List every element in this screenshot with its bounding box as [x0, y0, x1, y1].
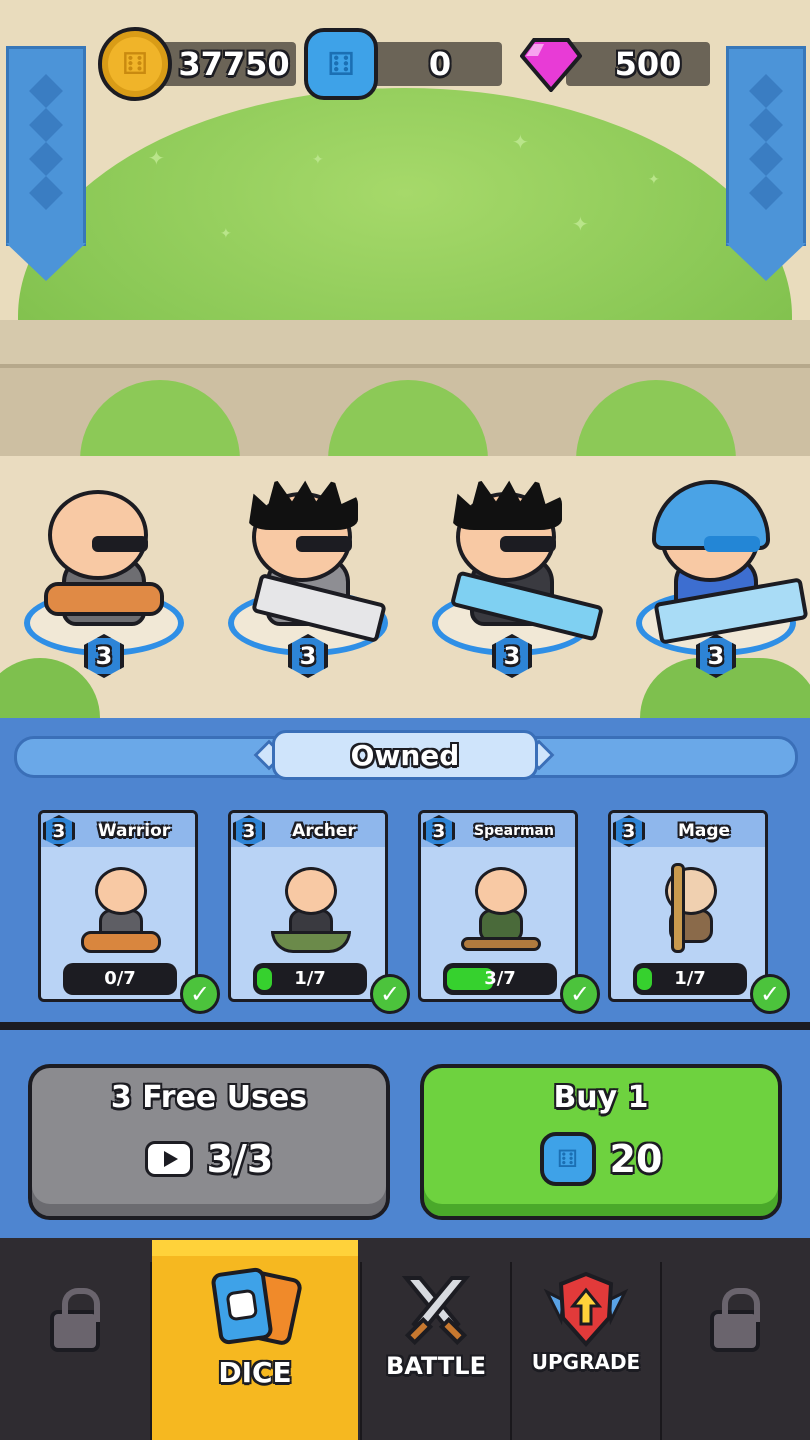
hero-warrior[interactable]: 3: [14, 470, 194, 690]
banner-right: [726, 46, 806, 281]
sparkle-icon: ✦: [220, 226, 232, 242]
gem-count: 500: [614, 45, 682, 83]
nav-tab-battle[interactable]: BATTLE: [362, 1262, 510, 1440]
free-uses-count: 3/3: [206, 1137, 274, 1181]
check-icon: ✓: [560, 974, 600, 1014]
card-progress-bar: 3/7: [443, 963, 557, 995]
panel-divider: [0, 1022, 810, 1030]
card-name: Spearman: [474, 823, 554, 839]
nav-dice-label: DICE: [218, 1356, 292, 1389]
dice-cards-icon: [211, 1267, 302, 1345]
free-uses-label: 3 Free Uses: [110, 1080, 308, 1115]
nav-tab-locked-left[interactable]: [0, 1262, 150, 1440]
dice-icon: ⚅: [304, 28, 378, 100]
upgrade-shield-icon: [543, 1271, 629, 1348]
buy-one-button[interactable]: Buy 1 ⚅ 20: [420, 1064, 782, 1220]
nav-tab-locked-right[interactable]: [662, 1262, 810, 1440]
card-progress-text: 1/7: [294, 968, 326, 989]
card-progress-text: 3/7: [484, 968, 516, 989]
sparkle-icon: ✦: [312, 152, 324, 168]
check-icon: ✓: [370, 974, 410, 1014]
archer-portrait: [271, 859, 351, 959]
arena-wall-top: [0, 320, 810, 368]
banner-left: [6, 46, 86, 281]
nav-battle-label: BATTLE: [386, 1352, 486, 1380]
lock-icon: [50, 1288, 100, 1352]
hero-valkyrie[interactable]: 3: [626, 470, 809, 690]
hero-knight[interactable]: 3: [422, 470, 605, 690]
unit-card-mage[interactable]: 3 Mage 1/7: [608, 810, 768, 1002]
dice-count: 0: [428, 45, 452, 83]
sparkle-icon: ✦: [512, 130, 529, 154]
card-progress-bar: 1/7: [253, 963, 367, 995]
card-progress-text: 1/7: [674, 968, 706, 989]
sparkle-icon: ✦: [648, 172, 660, 188]
warrior-portrait: [81, 859, 161, 959]
unit-card-spearman[interactable]: 3 Spearman 3/7: [418, 810, 578, 1002]
video-icon: [144, 1141, 193, 1177]
mage-portrait: [651, 859, 731, 959]
owned-title: Owned: [272, 730, 538, 780]
spearman-portrait: [461, 859, 541, 959]
coin-icon: ⚅: [98, 27, 172, 101]
card-name: Mage: [677, 821, 731, 841]
unit-card-archer[interactable]: 3 Archer 1/7: [228, 810, 388, 1002]
coin-count: 37750: [178, 45, 290, 83]
hero-swordsman[interactable]: 3: [218, 470, 398, 690]
nav-upgrade-label: UPGRADE: [531, 1350, 641, 1374]
dice-icon: ⚅: [539, 1132, 596, 1186]
card-progress-bar: 0/7: [63, 963, 177, 995]
swords-icon: [401, 1276, 471, 1346]
buy-label: Buy 1: [553, 1080, 649, 1115]
gem-icon: [520, 38, 582, 92]
unit-card-warrior[interactable]: 3 Warrior 0/7: [38, 810, 198, 1002]
nav-tab-upgrade[interactable]: UPGRADE: [512, 1262, 660, 1440]
lock-icon: [710, 1288, 760, 1352]
free-uses-button[interactable]: 3 Free Uses 3/3: [28, 1064, 390, 1220]
card-progress-text: 0/7: [104, 968, 136, 989]
sparkle-icon: ✦: [572, 212, 589, 236]
card-name: Warrior: [97, 821, 171, 841]
buy-price: 20: [609, 1137, 663, 1181]
sparkle-icon: ✦: [148, 146, 165, 170]
nav-tab-dice[interactable]: DICE: [152, 1262, 358, 1440]
shield-weapon: [44, 582, 164, 616]
card-name: Archer: [292, 821, 356, 841]
card-progress-bar: 1/7: [633, 963, 747, 995]
check-icon: ✓: [750, 974, 790, 1014]
check-icon: ✓: [180, 974, 220, 1014]
